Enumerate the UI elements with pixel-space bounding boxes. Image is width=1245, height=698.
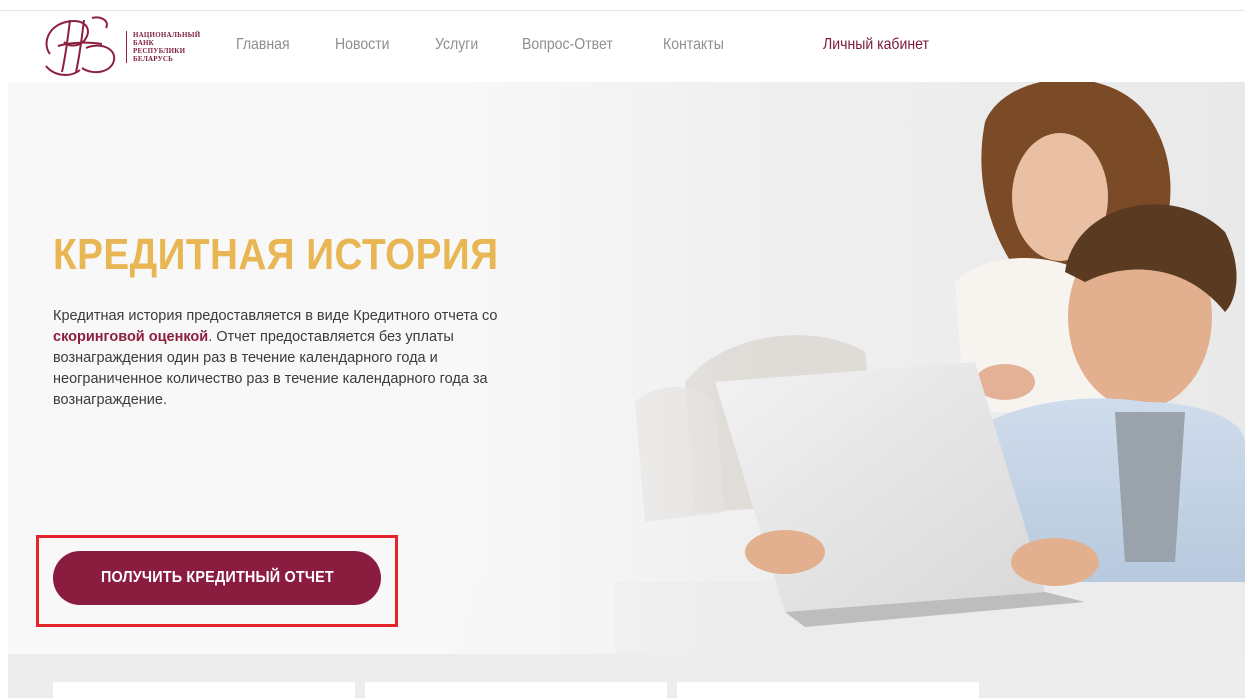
site-header: НАЦИОНАЛЬНЫЙ БАНК РЕСПУБЛИКИ БЕЛАРУСЬ Гл…: [0, 0, 1245, 82]
service-card-2[interactable]: [365, 682, 667, 698]
service-card-1[interactable]: [53, 682, 355, 698]
bank-name: НАЦИОНАЛЬНЫЙ БАНК РЕСПУБЛИКИ БЕЛАРУСЬ: [126, 31, 200, 63]
bank-name-line-2: БАНК: [133, 39, 154, 47]
bank-name-line-1: НАЦИОНАЛЬНЫЙ: [133, 31, 201, 39]
get-credit-report-button[interactable]: ПОЛУЧИТЬ КРЕДИТНЫЙ ОТЧЕТ: [53, 551, 381, 605]
nav-link-faq[interactable]: Вопрос-Ответ: [522, 36, 613, 54]
hero-description-start: Кредитная история предоставляется в виде…: [53, 308, 498, 324]
get-credit-report-label: ПОЛУЧИТЬ КРЕДИТНЫЙ ОТЧЕТ: [100, 569, 334, 586]
hero-section: КРЕДИТНАЯ ИСТОРИЯ Кредитная история пред…: [8, 82, 1245, 654]
nav-link-services[interactable]: Услуги: [435, 36, 478, 54]
nav-link-news[interactable]: Новости: [335, 36, 390, 54]
bank-name-line-4: БЕЛАРУСЬ: [133, 55, 173, 63]
nav-link-home[interactable]: Главная: [236, 36, 290, 54]
page-title: КРЕДИТНАЯ ИСТОРИЯ: [53, 230, 499, 279]
nav-link-contacts[interactable]: Контакты: [663, 36, 724, 54]
scoring-link[interactable]: скоринговой оценкой: [53, 329, 208, 345]
service-card-3[interactable]: [677, 682, 979, 698]
main-nav: Главная Новости Услуги Вопрос-Ответ Конт…: [236, 36, 770, 54]
hero-description: Кредитная история предоставляется в виде…: [53, 306, 513, 411]
header-top-divider: [0, 10, 1245, 11]
bank-name-line-3: РЕСПУБЛИКИ: [133, 47, 186, 55]
nbrb-monogram-icon: [45, 16, 116, 76]
bank-logo[interactable]: НАЦИОНАЛЬНЫЙ БАНК РЕСПУБЛИКИ БЕЛАРУСЬ: [40, 14, 220, 80]
personal-account-link[interactable]: Личный кабинет: [823, 36, 929, 54]
